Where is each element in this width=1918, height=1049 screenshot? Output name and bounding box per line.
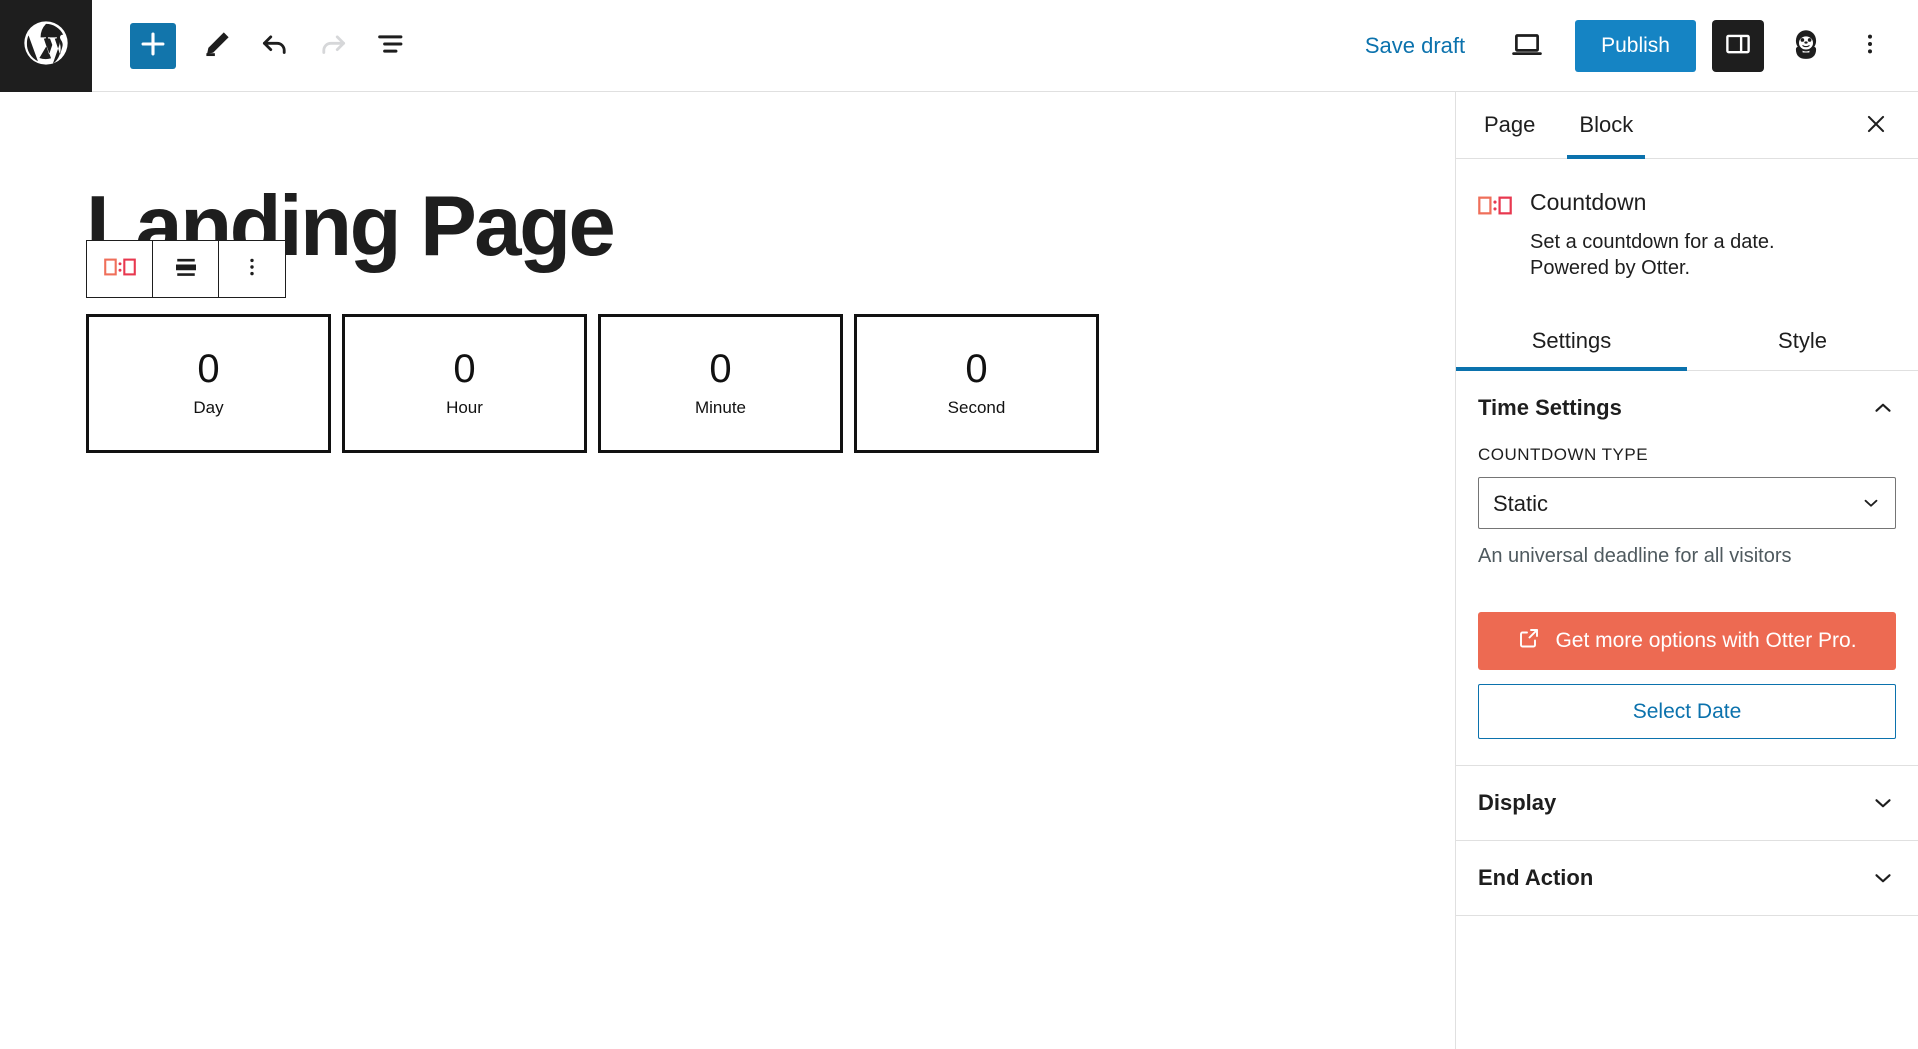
- countdown-icon: [103, 257, 136, 282]
- otter-pro-upsell-label: Get more options with Otter Pro.: [1555, 629, 1857, 653]
- redo-arrow-icon: [316, 27, 350, 64]
- otter-mascot-icon: [1789, 27, 1823, 64]
- settings-sidebar-toggle-button[interactable]: [1712, 19, 1764, 72]
- kebab-menu-icon: [1857, 31, 1883, 60]
- settings-sidebar: Page Block Countdown Set a countdown for…: [1455, 92, 1918, 1049]
- tab-page[interactable]: Page: [1462, 92, 1557, 158]
- countdown-value: 0: [965, 347, 988, 391]
- panel-display-header[interactable]: Display: [1456, 766, 1918, 840]
- kebab-menu-icon: [240, 255, 264, 284]
- edit-tool-button[interactable]: [188, 17, 246, 75]
- close-icon: [1863, 111, 1889, 140]
- add-block-button[interactable]: [130, 22, 176, 69]
- otter-pro-upsell-button[interactable]: Get more options with Otter Pro.: [1478, 612, 1896, 671]
- close-sidebar-button[interactable]: [1850, 99, 1902, 151]
- countdown-unit-day[interactable]: 0 Day: [86, 314, 331, 453]
- document-overview-button[interactable]: [362, 17, 420, 75]
- undo-button[interactable]: [246, 17, 304, 75]
- countdown-label: Minute: [694, 398, 747, 417]
- chevron-up-icon: [1870, 395, 1896, 421]
- block-type-countdown-button[interactable]: [87, 241, 153, 297]
- save-draft-button[interactable]: Save draft: [1349, 23, 1481, 69]
- countdown-type-select-wrapper: Static: [1478, 477, 1896, 530]
- countdown-value: 0: [709, 347, 732, 391]
- countdown-label: Second: [947, 398, 1006, 417]
- block-description: Set a countdown for a date. Powered by O…: [1530, 231, 1775, 279]
- align-center-button[interactable]: [153, 241, 219, 297]
- plus-icon: [136, 27, 170, 64]
- countdown-type-label: COUNTDOWN TYPE: [1478, 445, 1649, 465]
- editor-canvas: Landing Page 0 Day 0 Hour 0 Minute 0 Sec…: [0, 92, 1455, 1049]
- block-options-button[interactable]: [219, 241, 285, 297]
- panel-title: End Action: [1478, 865, 1594, 891]
- pencil-icon: [200, 27, 234, 64]
- countdown-type-select[interactable]: Static: [1478, 477, 1896, 530]
- publish-button[interactable]: Publish: [1575, 19, 1696, 72]
- topbar-actions: Save draft Publish: [1349, 18, 1918, 74]
- block-info-card: Countdown Set a countdown for a date. Po…: [1456, 159, 1918, 285]
- desktop-preview-icon: [1510, 27, 1544, 64]
- countdown-icon: [1478, 191, 1512, 281]
- tab-style[interactable]: Style: [1687, 311, 1918, 370]
- tab-block[interactable]: Block: [1557, 92, 1655, 159]
- countdown-label: Hour: [446, 398, 483, 417]
- redo-button[interactable]: [304, 17, 362, 75]
- panel-time-settings: Time Settings COUNTDOWN TYPE Static An u…: [1456, 371, 1918, 765]
- panel-time-settings-header[interactable]: Time Settings: [1456, 371, 1918, 445]
- countdown-type-help-text: An universal deadline for all visitors: [1478, 545, 1792, 568]
- align-center-icon: [171, 252, 201, 287]
- otter-plugin-button[interactable]: [1778, 18, 1834, 74]
- undo-arrow-icon: [258, 27, 292, 64]
- panel-time-settings-body: COUNTDOWN TYPE Static An universal deadl…: [1456, 445, 1918, 765]
- panel-end-action-header[interactable]: End Action: [1456, 841, 1918, 915]
- select-date-button[interactable]: Select Date: [1478, 684, 1896, 740]
- panel-divider: [1456, 915, 1918, 917]
- wordpress-logo-button[interactable]: [0, 0, 92, 92]
- countdown-unit-hour[interactable]: 0 Hour: [342, 314, 587, 453]
- editor-top-bar: Save draft Publish: [0, 0, 1918, 92]
- sidebar-subtablist: Settings Style: [1456, 311, 1918, 372]
- chevron-down-icon: [1870, 865, 1896, 891]
- panel-title: Time Settings: [1478, 395, 1622, 421]
- panel-title: Display: [1478, 790, 1557, 816]
- topbar-tools: [130, 17, 420, 75]
- wordpress-logo-icon: [20, 17, 72, 74]
- editor-options-button[interactable]: [1844, 20, 1896, 72]
- countdown-value: 0: [197, 347, 220, 391]
- sidebar-tablist: Page Block: [1456, 92, 1918, 159]
- list-view-icon: [374, 27, 408, 64]
- countdown-label: Day: [193, 398, 224, 417]
- tab-settings[interactable]: Settings: [1456, 311, 1687, 372]
- countdown-value: 0: [453, 347, 476, 391]
- external-link-icon: [1517, 626, 1541, 656]
- countdown-unit-minute[interactable]: 0 Minute: [598, 314, 843, 453]
- preview-button[interactable]: [1499, 18, 1555, 74]
- countdown-block[interactable]: 0 Day 0 Hour 0 Minute 0 Second: [86, 314, 1099, 453]
- chevron-down-icon: [1870, 790, 1896, 816]
- block-toolbar: [86, 240, 286, 298]
- countdown-unit-second[interactable]: 0 Second: [854, 314, 1099, 453]
- settings-sidebar-icon: [1723, 29, 1753, 62]
- block-name: Countdown: [1530, 189, 1647, 215]
